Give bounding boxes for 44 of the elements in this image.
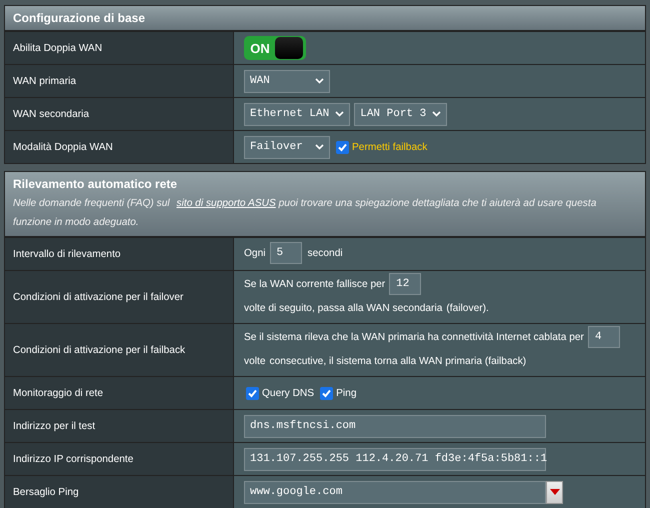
dropdown[interactable]: Failover bbox=[244, 136, 330, 158]
chevron-down-icon bbox=[315, 144, 324, 150]
setting-label: Indirizzo IP corrispondente bbox=[5, 443, 234, 475]
number-field[interactable]: 5 bbox=[270, 242, 302, 264]
checkbox[interactable] bbox=[336, 140, 349, 154]
text-field[interactable]: dns.msftncsi.com bbox=[244, 414, 546, 438]
help-text: Nelle domande frequenti (FAQ) sul sito di supporto ASUS puoi trovare una spiegazione dettagliata che ti aiuterà ad usare questa funzione in modo adeguato. bbox=[13, 197, 598, 230]
setting-label: Bersaglio Ping bbox=[5, 476, 234, 508]
dropdown[interactable]: WAN bbox=[244, 70, 330, 92]
combo-field[interactable]: www.google.com bbox=[244, 480, 546, 504]
description-text: (failover). bbox=[446, 303, 489, 314]
checkbox[interactable] bbox=[246, 386, 259, 400]
dropdown[interactable]: LAN Port 3 bbox=[354, 102, 448, 126]
description-text: secondi bbox=[308, 248, 343, 259]
chevron-down-icon bbox=[315, 78, 324, 84]
description-text: Se il sistema rileva che la WAN primaria ha connettività Internet cablata per bbox=[244, 332, 584, 343]
description-text: volte bbox=[244, 356, 266, 367]
number-field[interactable]: 4 bbox=[588, 326, 620, 348]
dropdown[interactable]: Ethernet LAN bbox=[244, 102, 350, 126]
setting-label: Monitoraggio di rete bbox=[5, 377, 234, 409]
number-field[interactable]: 12 bbox=[389, 273, 422, 296]
text-field[interactable]: 131.107.255.255 112.4.20.71 fd3e:4f5a:5b81::1 bbox=[244, 448, 546, 470]
checkbox-label: Ping bbox=[336, 388, 356, 398]
checkbox-label: Query DNS bbox=[262, 388, 314, 398]
description-text: Se la WAN corrente fallisce per bbox=[244, 279, 386, 290]
description-text: consecutive, il sistema torna alla WAN primaria (failback) bbox=[270, 356, 526, 367]
setting-label: WAN secondaria bbox=[5, 98, 234, 130]
setting-label: Condizioni di attivazione per il failover bbox=[5, 271, 234, 323]
chevron-down-icon bbox=[432, 111, 442, 117]
setting-label: Abilita Doppia WAN bbox=[5, 32, 234, 64]
setting-label: Modalità Doppia WAN bbox=[5, 131, 234, 163]
chevron-down-icon bbox=[335, 111, 344, 117]
checkbox[interactable] bbox=[320, 386, 334, 400]
setting-label: Condizioni di attivazione per il failback bbox=[5, 324, 234, 376]
section-title: Configurazione di base bbox=[13, 10, 146, 26]
description-text: volte di seguito, passa alla WAN secondaria bbox=[244, 303, 442, 314]
setting-label: Indirizzo per il test bbox=[5, 410, 234, 442]
setting-label: WAN primaria bbox=[5, 65, 234, 97]
section-title: Rilevamento automatico rete bbox=[13, 176, 178, 192]
description-text: Ogni bbox=[244, 248, 266, 259]
checkbox-label: Permetti failback bbox=[352, 142, 428, 152]
setting-label: Intervallo di rilevamento bbox=[5, 238, 234, 270]
support-link[interactable]: sito di supporto ASUS bbox=[176, 198, 276, 209]
toggle-switch[interactable]: ON bbox=[244, 36, 306, 60]
